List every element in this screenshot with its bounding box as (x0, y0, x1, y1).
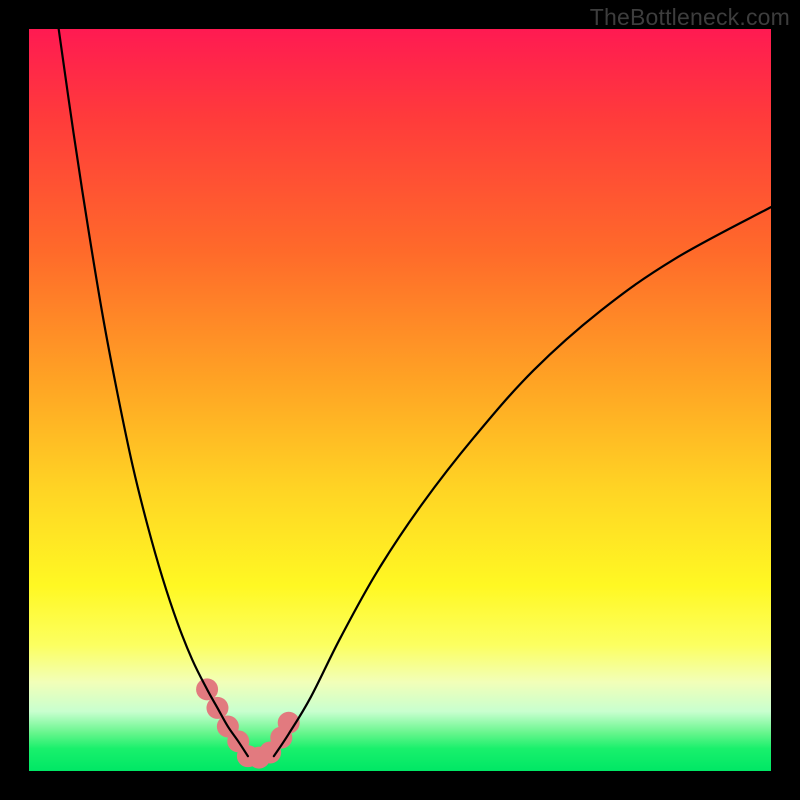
chart-svg (29, 29, 771, 771)
chart-frame: TheBottleneck.com (0, 0, 800, 800)
watermark-text: TheBottleneck.com (590, 4, 790, 31)
curve-layer (59, 29, 771, 756)
plot-area (29, 29, 771, 771)
left-curve (59, 29, 248, 756)
right-curve (274, 207, 771, 756)
